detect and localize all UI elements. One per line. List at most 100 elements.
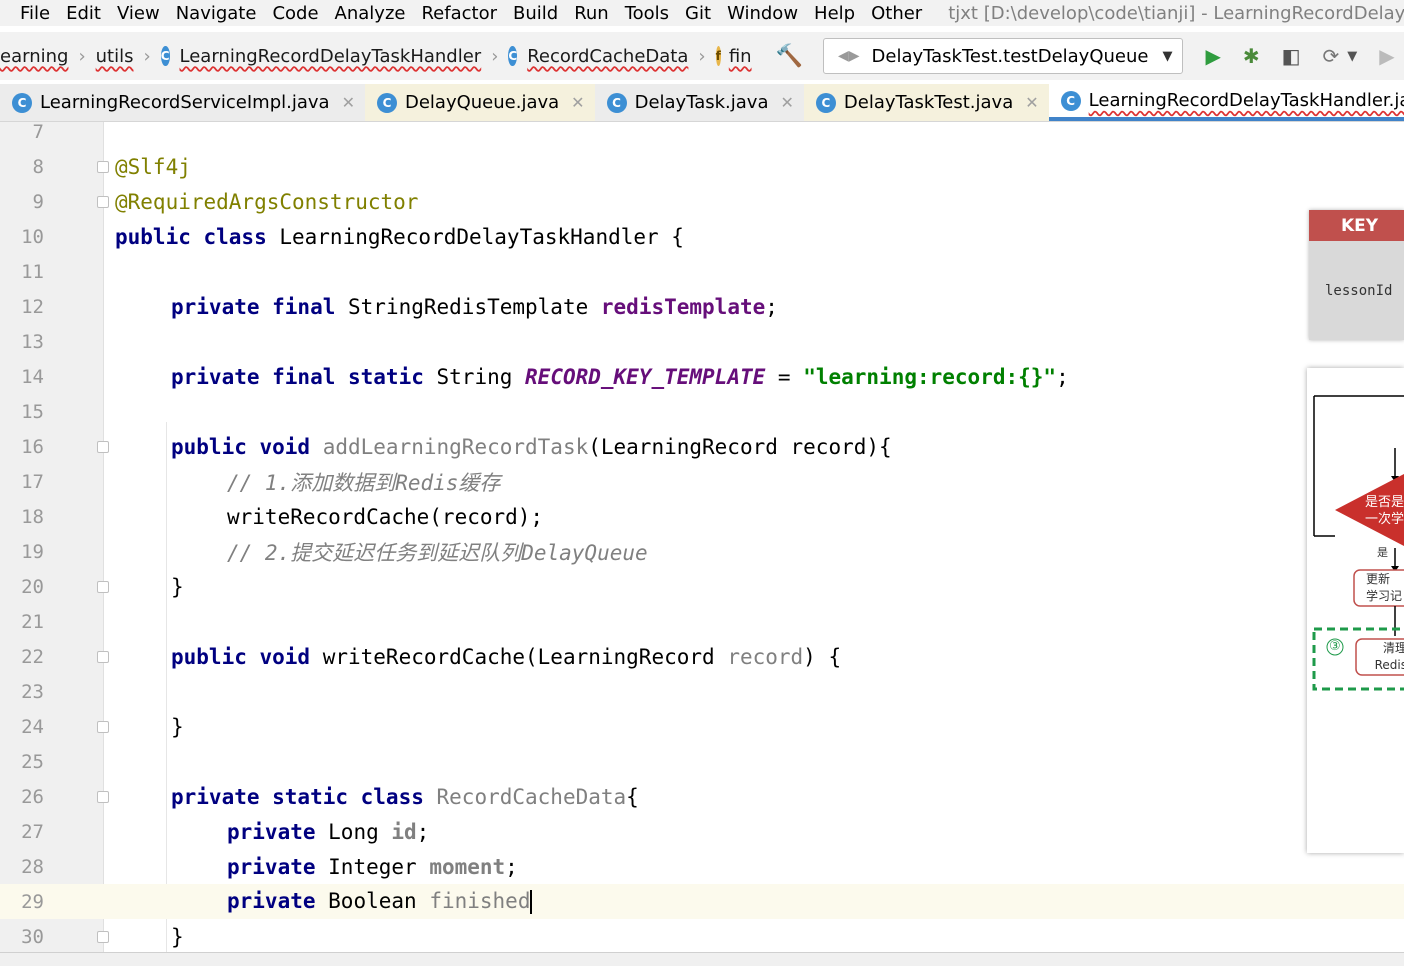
code-line[interactable]: 11 (0, 254, 1404, 289)
code-line[interactable]: 26 private static class RecordCacheData{ (0, 779, 1404, 814)
code-line[interactable]: 23 (0, 674, 1404, 709)
menu-other[interactable]: Other (871, 3, 922, 24)
menu-git[interactable]: Git (685, 3, 711, 24)
field-name: redisTemplate (600, 294, 766, 319)
line-number: 17 (21, 470, 44, 493)
line-number: 30 (21, 925, 44, 948)
menu-file[interactable]: File (20, 3, 50, 24)
code-line[interactable]: 25 (0, 744, 1404, 779)
menu-edit[interactable]: Edit (66, 3, 101, 24)
profile-icon[interactable]: ⟳ (1323, 44, 1340, 68)
code-line[interactable]: 13 (0, 324, 1404, 359)
close-icon[interactable]: ✕ (1025, 93, 1038, 112)
breadcrumb-class[interactable]: LearningRecordDelayTaskHandler (180, 46, 482, 67)
line-number: 18 (21, 505, 44, 528)
bottom-tool-bar (0, 952, 1404, 966)
menu-code[interactable]: Code (272, 3, 318, 24)
closing-brace: } (171, 924, 184, 949)
class-declaration: LearningRecordDelayTaskHandler { (266, 224, 684, 249)
keyword: private (227, 819, 316, 844)
code-line[interactable]: 19 // 2.提交延迟任务到延迟队列DelayQueue (0, 534, 1404, 569)
run-configuration-select[interactable]: ◀▶ DelayTaskTest.testDelayQueue ▼ (822, 38, 1184, 74)
tab-learning-record-service-impl[interactable]: C LearningRecordServiceImpl.java ✕ (0, 84, 365, 121)
punctuation: ; (765, 294, 778, 319)
code-line[interactable]: 16 public void addLearningRecordTask(Lea… (0, 429, 1404, 464)
menu-window[interactable]: Window (727, 3, 798, 24)
build-hammer-icon[interactable]: 🔨 (776, 44, 803, 69)
fold-marker-icon[interactable] (97, 720, 109, 733)
code-line[interactable]: 9 @RequiredArgsConstructor (0, 184, 1404, 219)
tab-label: DelayTask.java (634, 92, 769, 113)
fold-marker-icon[interactable] (97, 195, 109, 208)
breadcrumb-inner-class[interactable]: RecordCacheData (527, 46, 688, 67)
debug-icon[interactable]: ✱ (1243, 44, 1260, 68)
method-signature: writeRecordCache(LearningRecord (310, 644, 728, 669)
menu-tools[interactable]: Tools (625, 3, 669, 24)
code-line[interactable]: 22 public void writeRecordCache(Learning… (0, 639, 1404, 674)
tab-learning-record-delay-task-handler[interactable]: C LearningRecordDelayTaskHandler.java ✕ (1048, 84, 1404, 121)
fold-marker-icon[interactable] (97, 440, 109, 453)
current-code-line[interactable]: 29 private Boolean finished (0, 884, 1404, 919)
stop-run-icon[interactable]: ▶ (1379, 44, 1394, 68)
punctuation: ; (416, 819, 430, 844)
code-line[interactable]: 28 private Integer moment; (0, 849, 1404, 884)
chevron-right-icon: › (143, 45, 151, 67)
code-line[interactable]: 20 } (0, 569, 1404, 604)
type-name: StringRedisTemplate (335, 294, 601, 319)
tab-delay-task[interactable]: C DelayTask.java ✕ (595, 84, 804, 121)
run-icon[interactable]: ▶ (1205, 44, 1220, 68)
code-line[interactable]: 10 public class LearningRecordDelayTaskH… (0, 219, 1404, 254)
menu-analyze[interactable]: Analyze (335, 3, 406, 24)
menu-run[interactable]: Run (574, 3, 609, 24)
line-number: 12 (21, 295, 44, 318)
tab-label: LearningRecordDelayTaskHandler.java (1088, 90, 1404, 111)
close-icon[interactable]: ✕ (571, 93, 584, 112)
class-name: RecordCacheData (423, 784, 627, 809)
menu-view[interactable]: View (117, 3, 160, 24)
line-number: 22 (21, 645, 44, 668)
code-line[interactable]: 30 } (0, 919, 1404, 952)
fold-marker-icon[interactable] (97, 160, 109, 173)
fold-marker-icon[interactable] (97, 790, 109, 803)
code-editor[interactable]: 7 8 @Slf4j 9 @RequiredArgsConstructor 10… (0, 122, 1404, 952)
line-number: 15 (21, 400, 44, 423)
close-icon[interactable]: ✕ (342, 93, 355, 112)
code-line[interactable]: 27 private Long id; (0, 814, 1404, 849)
tab-label: DelayTaskTest.java (843, 92, 1014, 113)
breadcrumb-field[interactable]: fin (729, 46, 752, 67)
coverage-icon[interactable]: ◧ (1282, 44, 1301, 68)
breadcrumb-package[interactable]: utils (96, 46, 134, 67)
code-line[interactable]: 7 (0, 122, 1404, 149)
text-cursor (530, 890, 533, 914)
line-number: 9 (32, 190, 44, 213)
close-icon[interactable]: ✕ (780, 93, 793, 112)
code-line[interactable]: 21 (0, 604, 1404, 639)
code-line[interactable]: 12 private final StringRedisTemplate red… (0, 289, 1404, 324)
menu-navigate[interactable]: Navigate (176, 3, 257, 24)
line-number: 25 (21, 750, 44, 773)
breadcrumb-module[interactable]: earning (0, 46, 68, 67)
code-comment: // 2.提交延迟任务到延迟队列DelayQueue (227, 540, 648, 565)
code-line[interactable]: 8 @Slf4j (0, 149, 1404, 184)
fold-marker-icon[interactable] (97, 580, 109, 593)
fold-marker-icon[interactable] (97, 650, 109, 663)
tab-delay-queue[interactable]: C DelayQueue.java ✕ (364, 84, 595, 121)
code-line[interactable]: 14 private final static String RECORD_KE… (0, 359, 1404, 394)
keyword: public void (171, 434, 311, 459)
punctuation: ; (1056, 364, 1069, 389)
class-icon: C (160, 46, 170, 66)
flowchart-panel: 是否是 一次学 是 更新 学习记 ③ 清理 Redis (1307, 368, 1404, 853)
code-line[interactable]: 18 writeRecordCache(record); (0, 499, 1404, 534)
tab-delay-task-test[interactable]: C DelayTaskTest.java ✕ (803, 84, 1049, 121)
menu-build[interactable]: Build (513, 3, 558, 24)
code-line[interactable]: 24 } (0, 709, 1404, 744)
type-name: String (423, 364, 526, 389)
code-line[interactable]: 15 (0, 394, 1404, 429)
menu-help[interactable]: Help (814, 3, 855, 24)
class-icon: C (1060, 90, 1081, 111)
code-line[interactable]: 17 // 1.添加数据到Redis缓存 (0, 464, 1404, 499)
class-icon: C (376, 92, 397, 113)
fold-marker-icon[interactable] (97, 930, 109, 943)
chevron-down-icon[interactable]: ▼ (1347, 49, 1357, 64)
menu-refactor[interactable]: Refactor (421, 3, 497, 24)
